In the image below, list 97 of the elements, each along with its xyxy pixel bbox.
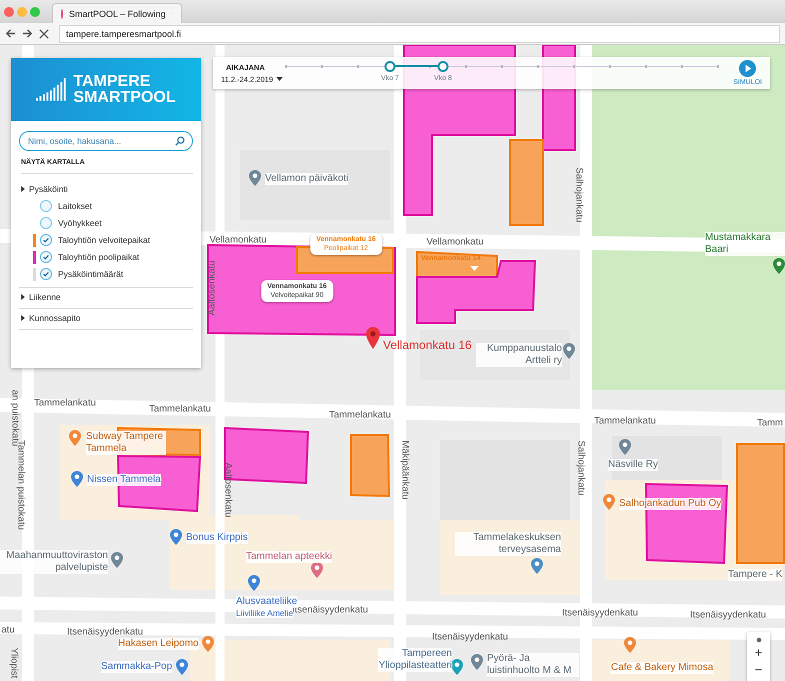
map-pin-icon[interactable] [311,562,323,578]
street-label: Vellamonkatu [426,236,484,248]
zoom-button[interactable]: − [754,662,762,677]
map-pin-icon[interactable] [170,529,182,545]
layer-label: Laitokset [58,201,92,211]
parking-area[interactable] [416,250,498,278]
street-label: Vellamonkatu [209,234,267,246]
layer-label: Taloyhtiön velvoitepaikat [58,235,150,245]
place-label: Alusvaateliike [236,596,298,608]
down-triangle-icon [470,266,479,271]
week-node[interactable] [438,61,448,72]
layer-group-toggle[interactable]: Pysäköinti [19,184,68,194]
map-pin-icon[interactable] [603,494,615,510]
stop-icon[interactable] [39,28,49,38]
logo-text: SMARTPOOL [73,90,176,106]
layer-checkbox[interactable] [40,200,52,212]
marker-label: Vellamonkatu 16 [383,338,472,352]
place-label: Subway Tampere Tammela [86,431,166,455]
place-label: Hakasen Leipomo [118,638,199,650]
search-field[interactable]: Nimi, osoite, hakusana... [19,131,193,151]
street-label: Aaltosenkatu [206,260,218,316]
place-label: Nissen Tammela [87,474,161,486]
street-label: Mäkipäänkatu [400,440,410,500]
place-label: Bonus Kirppis [186,532,248,544]
parking-area[interactable] [350,434,390,498]
address-field[interactable]: tampere.tamperesmartpool.fi [59,24,780,42]
street-label: Itsenäisyydenkatu [66,626,144,638]
map-pin-icon[interactable] [111,552,123,568]
place-label: Cafe & Bakery Mimosa [611,662,714,674]
place-label: Näsville Ry [608,459,658,471]
layer-label: Vyöhykkeet [58,218,102,228]
close-window-button[interactable] [4,7,14,17]
street-label: Tammelankatu [34,398,96,408]
check-icon [42,270,50,278]
caret-icon [21,315,25,321]
street-label: Itsenäisyydenkatu [432,632,508,642]
street-label: atu [1,624,15,636]
place-label: Mustamakkara Baari [705,232,785,256]
street-label: Salhojankatu [576,440,586,496]
layer-group-toggle[interactable]: Liikenne [19,292,61,302]
map-pin-icon[interactable] [773,258,785,274]
street-label: Yliopist [8,648,20,678]
map-pin-icon[interactable] [624,637,636,653]
logo-text: TAMPERE [73,74,152,90]
layer-checkbox[interactable] [40,217,52,229]
play-icon [739,60,756,77]
place-label: Tammelan apteekki [246,551,332,563]
zoom-button[interactable]: + [754,645,762,660]
street-label: Itsenäisyydenkatu [690,610,766,620]
map-pin-icon[interactable] [202,636,214,652]
map-pin-icon[interactable] [531,558,543,574]
map-pin-icon[interactable] [176,659,188,675]
check-icon [42,236,50,244]
search-icon[interactable] [175,136,185,146]
bar-chart-logo-icon [36,78,68,101]
place-label: Vellamon päiväkoti [265,173,348,185]
locate-icon[interactable] [756,637,762,643]
street-label: Tammelankatu [329,410,391,420]
place-label: Kumppanuustalo Artteli ry [476,343,562,367]
browser-tab[interactable]: SmartPOOL – Following [52,3,182,23]
street-label: Tammelankatu [149,404,211,414]
map-pin-icon[interactable] [471,654,483,670]
forward-icon[interactable] [22,28,33,39]
place-label: Maahanmuuttoviraston palvelupiste [0,550,108,574]
layer-checkbox[interactable] [40,268,52,280]
place-label: Pyörä- Ja luistinhuolto M & M [487,653,579,677]
back-icon[interactable] [5,28,16,39]
parking-area[interactable] [416,260,536,324]
map-pin-icon[interactable] [71,471,83,487]
place-label: Tampereen Ylioppilasteatteri [378,648,452,672]
map-pin-icon[interactable] [563,343,575,359]
map-pin-icon[interactable] [619,439,631,455]
map-pin-icon[interactable] [248,575,260,591]
caret-icon [21,186,25,192]
parking-area[interactable] [116,454,202,512]
layer-checkbox[interactable] [40,234,52,246]
week-node[interactable] [384,61,396,72]
map-pin-icon[interactable] [69,430,81,446]
place-subtitle: Liiviliike Amelie [236,608,294,618]
place-label: Tammelakeskuksen terveysasema [455,532,561,556]
layer-group-toggle[interactable]: Kunnossapito [19,313,81,323]
street-label: Salhojankatu [574,168,584,222]
layer-checkbox[interactable] [40,251,52,263]
street-label: Aaltosenkatu [222,462,234,518]
map-marker-icon[interactable] [366,327,380,349]
street-label: Tamm [757,418,783,428]
map-pin-icon[interactable] [249,170,261,186]
place-label: Tampere - K [728,569,782,581]
caret-icon [276,77,283,81]
street-label: Tammelankatu [594,416,656,426]
check-icon [42,253,50,261]
layer-label: Pysäköintimäärät [58,269,124,279]
map-pin-icon[interactable] [451,659,463,675]
place-label: Sammakka-Pop [101,661,172,673]
layer-label: Taloyhtiön poolipaikat [58,252,140,262]
street-label: Itsenäisyydenkatu [562,608,638,618]
caret-icon [21,294,25,300]
